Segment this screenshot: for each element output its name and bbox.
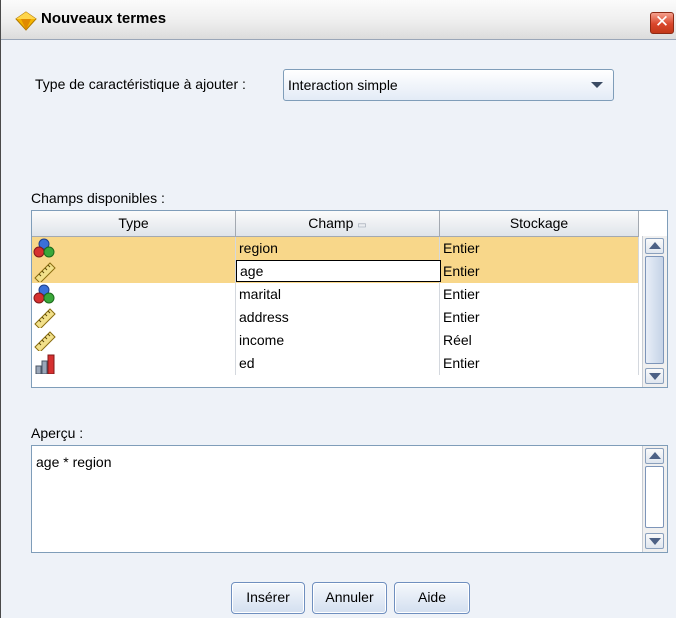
chevron-down-icon[interactable] xyxy=(591,82,603,88)
insert-button[interactable]: Insérer xyxy=(231,582,305,614)
champ-cell: ed xyxy=(236,352,440,375)
ordinal-icon xyxy=(35,354,55,374)
ruler-icon xyxy=(34,262,56,282)
preview-scrollbar[interactable] xyxy=(642,446,667,552)
stockage-cell: Entier xyxy=(440,352,639,375)
arrow-down-icon xyxy=(649,373,661,380)
type-cell xyxy=(32,283,236,306)
arrow-up-icon xyxy=(649,242,661,249)
close-button[interactable]: ✕ xyxy=(650,12,674,34)
table-row[interactable]: address Entier xyxy=(32,306,639,329)
champ-cell: income xyxy=(236,329,440,352)
nominal-icon xyxy=(33,284,55,304)
column-header-type[interactable]: Type xyxy=(32,211,236,236)
arrow-down-icon xyxy=(649,538,661,545)
stockage-cell: Entier xyxy=(440,306,639,329)
champ-cell[interactable]: age xyxy=(236,260,441,283)
table-row[interactable]: age Entier xyxy=(32,260,639,283)
nominal-icon xyxy=(33,238,55,258)
type-cell xyxy=(32,260,236,283)
scroll-thumb[interactable] xyxy=(645,256,664,364)
preview-value: age * region xyxy=(36,454,112,470)
table-row[interactable]: region Entier xyxy=(32,237,639,260)
table-row[interactable]: marital Entier xyxy=(32,283,639,306)
stockage-cell: Entier xyxy=(440,260,639,283)
available-fields-label: Champs disponibles : xyxy=(31,190,165,206)
champ-cell-text: age xyxy=(240,263,264,279)
arrow-up-icon xyxy=(649,452,661,459)
table-scrollbar[interactable] xyxy=(642,236,667,387)
preview-textarea[interactable]: age * region xyxy=(31,445,668,553)
dialog-window: Nouveaux termes ✕ Type de caractéristiqu… xyxy=(0,0,676,618)
stockage-cell: Entier xyxy=(440,237,639,260)
ruler-icon xyxy=(34,308,56,328)
ruler-icon xyxy=(34,331,56,351)
champ-cell: marital xyxy=(236,283,440,306)
feature-type-select[interactable]: Interaction simple xyxy=(283,69,614,101)
feature-type-value: Interaction simple xyxy=(288,77,398,93)
scroll-up-button[interactable] xyxy=(645,448,664,464)
scroll-up-button[interactable] xyxy=(645,238,664,254)
app-diamond-icon xyxy=(15,11,37,31)
title-bar: Nouveaux termes ✕ xyxy=(1,0,676,40)
cell-focus-outline: age xyxy=(236,260,441,282)
help-button[interactable]: Aide xyxy=(394,582,470,614)
type-cell xyxy=(32,237,236,260)
preview-label: Aperçu : xyxy=(31,425,84,441)
column-header-champ-label: Champ xyxy=(308,215,354,231)
scroll-thumb[interactable] xyxy=(645,466,664,528)
column-header-champ[interactable]: Champ ▭ xyxy=(236,211,440,236)
sort-indicator-icon: ▭ xyxy=(357,220,367,231)
fields-table[interactable]: Type Champ ▭ Stockage region Entier age … xyxy=(31,210,668,388)
dialog-title: Nouveaux termes xyxy=(41,10,167,27)
scroll-down-button[interactable] xyxy=(645,368,664,384)
champ-cell: region xyxy=(236,237,440,260)
column-header-stockage[interactable]: Stockage xyxy=(440,211,639,236)
type-cell xyxy=(32,352,236,375)
cancel-button[interactable]: Annuler xyxy=(312,582,387,614)
type-cell xyxy=(32,329,236,352)
table-row[interactable]: income Réel xyxy=(32,329,639,352)
stockage-cell: Entier xyxy=(440,283,639,306)
table-header: Type Champ ▭ Stockage xyxy=(32,211,639,237)
stockage-cell: Réel xyxy=(440,329,639,352)
scroll-down-button[interactable] xyxy=(645,533,664,549)
table-row[interactable]: ed Entier xyxy=(32,352,639,375)
feature-type-label: Type de caractéristique à ajouter : xyxy=(35,76,246,92)
type-cell xyxy=(32,306,236,329)
champ-cell: address xyxy=(236,306,440,329)
